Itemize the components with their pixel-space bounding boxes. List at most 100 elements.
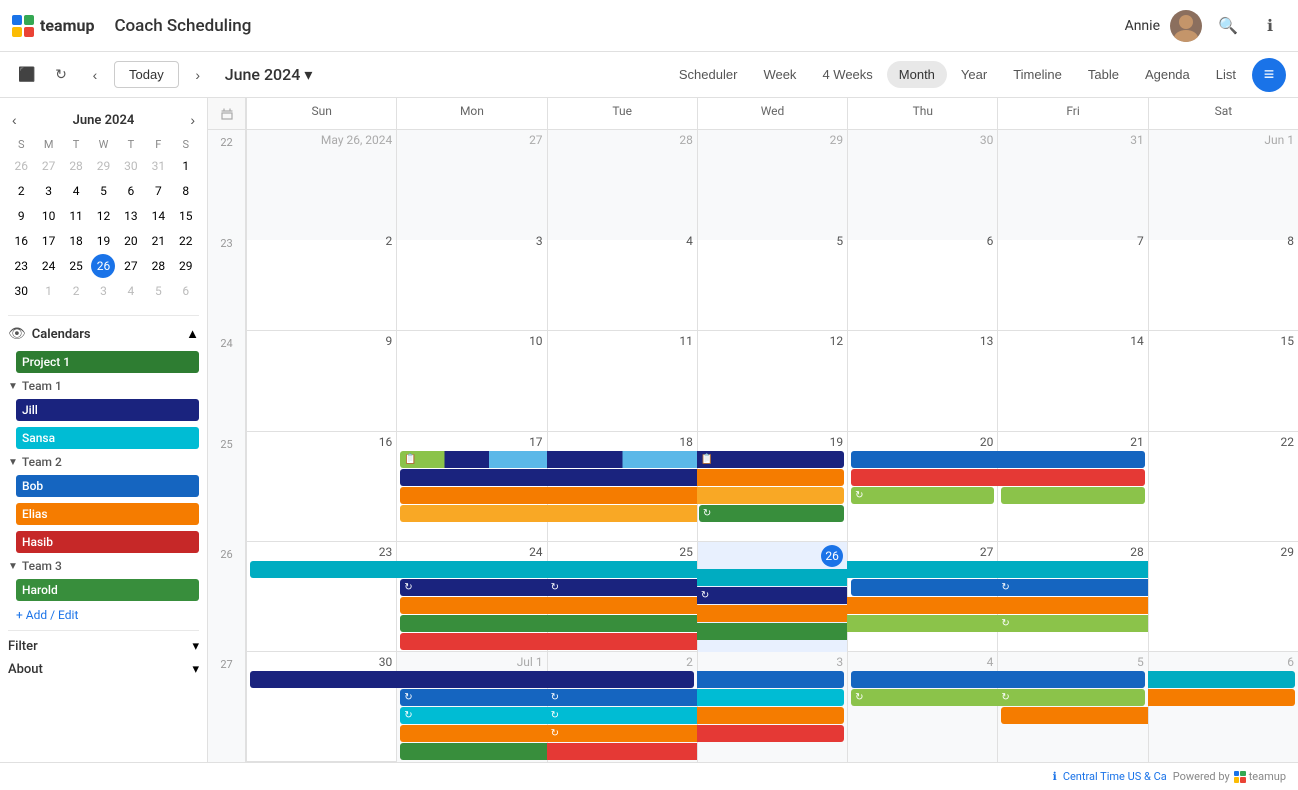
- mini-day[interactable]: 29: [91, 154, 115, 178]
- day-jul6[interactable]: 6: [1148, 652, 1298, 762]
- event-bar[interactable]: [1001, 707, 1148, 724]
- mini-day[interactable]: 1: [174, 154, 198, 178]
- day-jun9[interactable]: 9: [246, 331, 396, 441]
- mini-day[interactable]: 3: [37, 179, 61, 203]
- event-bar[interactable]: ↻: [997, 579, 1148, 596]
- event-bar[interactable]: ↻: [400, 689, 547, 706]
- event-bar[interactable]: ↻: [400, 707, 547, 724]
- day-jun13[interactable]: 13: [847, 331, 997, 441]
- event-bar[interactable]: [697, 569, 848, 586]
- week-num-25[interactable]: 25: [208, 432, 246, 542]
- mini-day[interactable]: 27: [37, 154, 61, 178]
- event-bar[interactable]: [697, 671, 844, 688]
- day-may26[interactable]: May 26, 2024: [246, 130, 396, 240]
- day-jun7[interactable]: 7: [997, 231, 1147, 341]
- team1-header[interactable]: ▼ Team 1: [0, 376, 207, 396]
- harold-bar[interactable]: Harold: [16, 579, 199, 601]
- day-jul4[interactable]: 4 ↻: [847, 652, 997, 762]
- event-bar[interactable]: [697, 623, 848, 640]
- event-bar[interactable]: [400, 487, 547, 504]
- event-bar[interactable]: [250, 671, 397, 688]
- mini-day[interactable]: 14: [146, 204, 170, 228]
- tab-scheduler[interactable]: Scheduler: [667, 61, 750, 88]
- day-may29[interactable]: 29: [697, 130, 847, 240]
- day-jun16[interactable]: 16: [246, 432, 396, 542]
- mini-day[interactable]: 30: [9, 279, 33, 303]
- mini-day[interactable]: 6: [174, 279, 198, 303]
- event-bar[interactable]: [400, 615, 547, 632]
- mini-day[interactable]: 13: [119, 204, 143, 228]
- event-bar[interactable]: [851, 469, 998, 486]
- team3-header[interactable]: ▼ Team 3: [0, 556, 207, 576]
- day-jun4[interactable]: 4: [547, 231, 697, 341]
- mini-day[interactable]: 29: [174, 254, 198, 278]
- event-bar[interactable]: [547, 743, 698, 760]
- refresh-button[interactable]: ↻: [46, 60, 76, 90]
- about-section[interactable]: About ▾: [0, 658, 207, 681]
- mini-day[interactable]: 2: [64, 279, 88, 303]
- event-bar[interactable]: [847, 561, 998, 578]
- day-jul1[interactable]: Jul 1 ↻ ↻: [396, 652, 546, 762]
- event-bar[interactable]: [396, 671, 547, 688]
- today-button[interactable]: Today: [114, 61, 179, 88]
- project1-bar[interactable]: Project 1: [16, 351, 199, 373]
- day-jun5[interactable]: 5: [697, 231, 847, 341]
- mini-day[interactable]: 22: [174, 229, 198, 253]
- event-bar[interactable]: [697, 725, 844, 742]
- week-num-22[interactable]: 22: [208, 130, 246, 240]
- event-bar[interactable]: [997, 451, 1144, 468]
- mini-day[interactable]: 26: [9, 154, 33, 178]
- day-may31[interactable]: 31: [997, 130, 1147, 240]
- day-jun25[interactable]: 25 ↻: [547, 542, 697, 652]
- event-bar[interactable]: [400, 743, 547, 760]
- week-num-26[interactable]: 26: [208, 542, 246, 652]
- event-bar[interactable]: [400, 505, 547, 522]
- hasib-bar[interactable]: Hasib: [16, 531, 199, 553]
- event-bar[interactable]: [547, 469, 698, 486]
- mini-day[interactable]: 24: [37, 254, 61, 278]
- mini-day[interactable]: 28: [146, 254, 170, 278]
- event-bar[interactable]: [851, 451, 998, 468]
- tab-table[interactable]: Table: [1076, 61, 1131, 88]
- event-bar[interactable]: [997, 597, 1148, 614]
- mini-day[interactable]: 17: [37, 229, 61, 253]
- tab-agenda[interactable]: Agenda: [1133, 61, 1202, 88]
- day-jun29[interactable]: 29: [1148, 542, 1298, 652]
- mini-day[interactable]: 31: [146, 154, 170, 178]
- mini-day[interactable]: 30: [119, 154, 143, 178]
- prev-month-button[interactable]: ‹: [80, 60, 110, 90]
- event-bar[interactable]: [400, 597, 547, 614]
- day-jun30[interactable]: 30: [246, 652, 396, 762]
- day-jul5[interactable]: 5 ↻: [997, 652, 1147, 762]
- event-bar[interactable]: [851, 579, 998, 596]
- event-bar[interactable]: [400, 725, 547, 742]
- calendar-item-project1[interactable]: Project 1: [0, 348, 207, 376]
- event-bar[interactable]: [400, 633, 547, 650]
- mini-day[interactable]: 28: [64, 154, 88, 178]
- day-jun14[interactable]: 14: [997, 331, 1147, 441]
- mini-day[interactable]: 21: [146, 229, 170, 253]
- mini-day[interactable]: 25: [64, 254, 88, 278]
- mini-day[interactable]: 1: [37, 279, 61, 303]
- filter-section[interactable]: Filter ▾: [0, 635, 207, 658]
- info-button[interactable]: ℹ: [1254, 10, 1286, 42]
- event-bar[interactable]: [250, 561, 397, 578]
- day-jun3[interactable]: 3: [396, 231, 546, 341]
- day-jun15[interactable]: 15: [1148, 331, 1298, 441]
- mini-day[interactable]: 12: [91, 204, 115, 228]
- day-may27[interactable]: 27: [396, 130, 546, 240]
- week-num-27[interactable]: 27: [208, 652, 246, 762]
- sidebar-toggle[interactable]: ⬛: [12, 60, 42, 90]
- mini-day[interactable]: 18: [64, 229, 88, 253]
- search-button[interactable]: 🔍: [1212, 10, 1244, 42]
- event-bar[interactable]: ↻: [547, 707, 698, 724]
- day-jun6[interactable]: 6: [847, 231, 997, 341]
- event-bar[interactable]: [547, 671, 694, 688]
- event-bar[interactable]: ↻: [400, 579, 547, 596]
- event-bar[interactable]: [547, 597, 698, 614]
- event-bar[interactable]: [396, 561, 547, 578]
- mini-day[interactable]: 8: [174, 179, 198, 203]
- mini-day[interactable]: 27: [119, 254, 143, 278]
- event-bar[interactable]: [400, 469, 547, 486]
- day-jun17[interactable]: 17 📋: [396, 432, 546, 542]
